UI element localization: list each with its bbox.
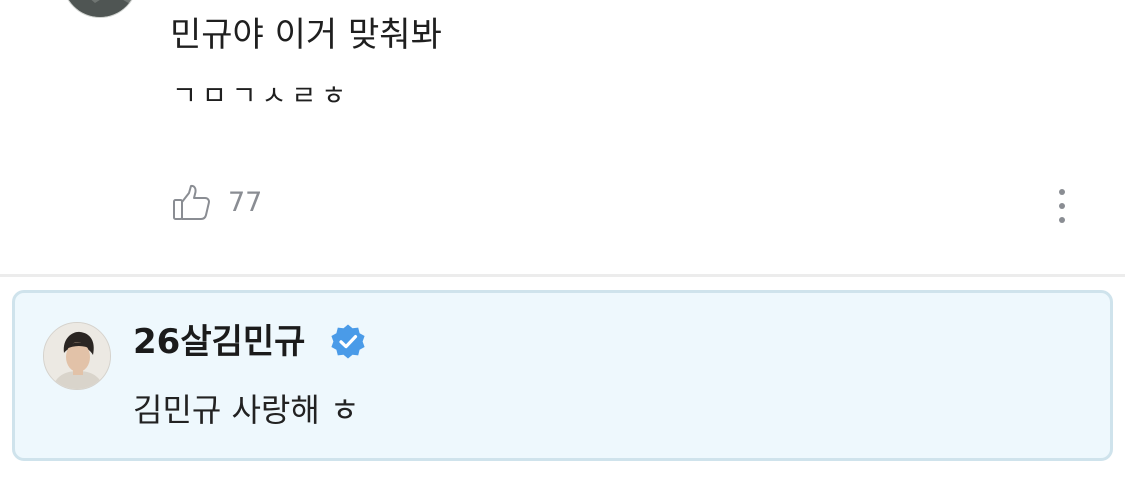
reply-text: 김민규 사랑해 ㅎ (133, 391, 360, 429)
comment-text-line-1: 민규야 이거 맞춰봐 (170, 15, 442, 55)
comment-text-line-2: ㄱㅁㄱㅅㄹㅎ (172, 81, 352, 112)
reply-card[interactable]: 26살김민규 김민규 사랑해 ㅎ (12, 290, 1113, 461)
comment-item: 민규야 이거 맞춰봐 ㄱㅁㄱㅅㄹㅎ 77 (0, 0, 1125, 276)
verified-badge-icon (329, 323, 367, 361)
reply-avatar[interactable] (43, 322, 111, 390)
vertical-ellipsis-icon[interactable] (1052, 186, 1072, 226)
thumbs-up-icon[interactable] (172, 183, 212, 223)
user-avatar-icon[interactable] (62, 0, 138, 18)
like-count: 77 (228, 187, 263, 218)
divider (0, 274, 1125, 277)
reply-author-name[interactable]: 26살김민규 (133, 321, 305, 363)
